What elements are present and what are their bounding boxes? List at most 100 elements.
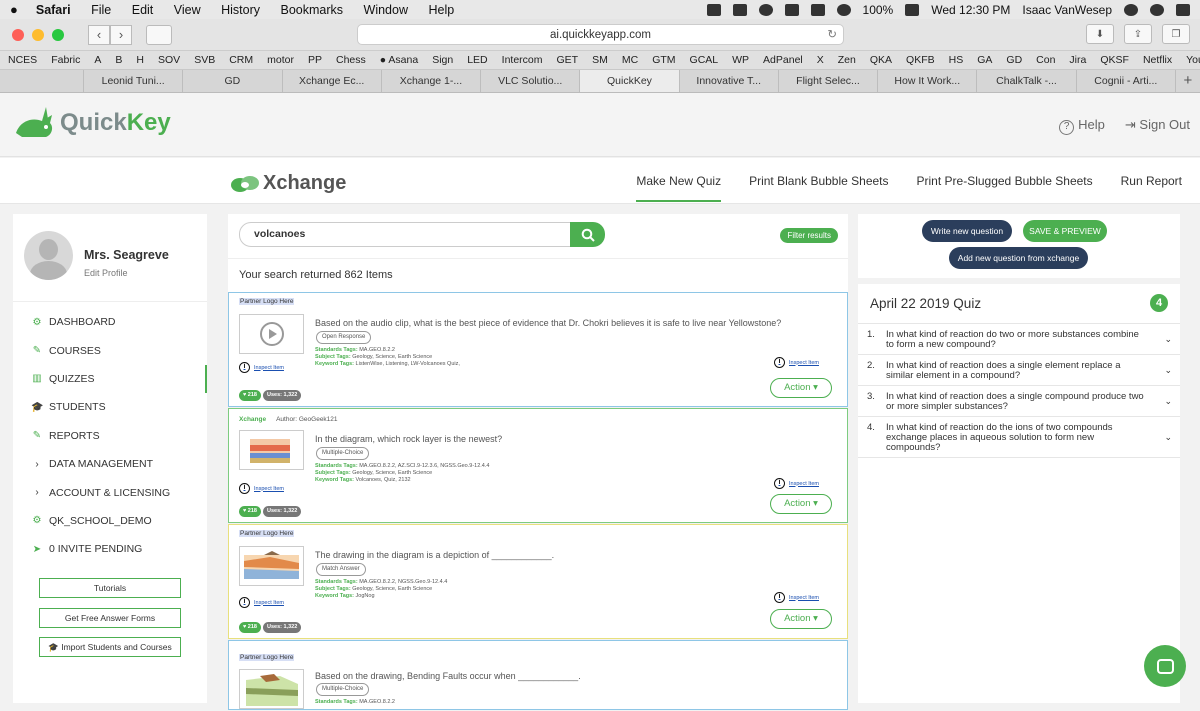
user-name[interactable]: Isaac VanWesep	[1022, 3, 1112, 17]
bookmark-gd[interactable]: GD	[1006, 54, 1022, 66]
rock-layer-thumbnail[interactable]	[239, 430, 304, 470]
sidebar-item-account-licensing[interactable]: › ACCOUNT & LICENSING	[13, 478, 207, 506]
tab-xchange-ec[interactable]: Xchange Ec...	[283, 70, 382, 92]
back-button[interactable]: ‹	[88, 24, 110, 45]
bookmark-pp[interactable]: PP	[308, 54, 322, 66]
bookmark-sign[interactable]: Sign	[432, 54, 453, 66]
inspect-item-link[interactable]: i Inspect Item	[239, 597, 284, 608]
inspect-item-link[interactable]: i Inspect Item	[239, 362, 284, 373]
close-window-icon[interactable]	[12, 28, 24, 41]
save-preview-button[interactable]: SAVE & PREVIEW	[1023, 220, 1107, 242]
bookmark-x[interactable]: X	[817, 54, 824, 66]
result-card[interactable]: Partner Logo Here The drawing in the dia…	[228, 524, 848, 639]
address-bar[interactable]: ai.quickkeyapp.com ↻	[357, 24, 844, 45]
get-answer-forms-button[interactable]: Get Free Answer Forms	[39, 607, 181, 628]
airplay-icon[interactable]	[810, 3, 825, 16]
fault-diagram-thumbnail[interactable]	[239, 669, 304, 709]
bookmark-qkfb[interactable]: QKFB	[906, 54, 935, 66]
action-dropdown[interactable]: Action ▾	[770, 609, 832, 629]
bookmark-motor[interactable]: motor	[267, 54, 294, 66]
sign-out-link[interactable]: ⇥ Sign Out	[1125, 117, 1190, 135]
tab-chalktalk[interactable]: ChalkTalk -...	[977, 70, 1077, 92]
bookmark-wp[interactable]: WP	[732, 54, 749, 66]
bookmark-b[interactable]: B	[115, 54, 122, 66]
bookmark-asana[interactable]: ● Asana	[380, 54, 418, 66]
menu-app[interactable]: Safari	[36, 3, 71, 17]
bookmark-zen[interactable]: Zen	[838, 54, 856, 66]
bookmark-a[interactable]: A	[94, 54, 101, 66]
tab-vlc[interactable]: VLC Solutio...	[481, 70, 581, 92]
import-students-button[interactable]: 🎓 Import Students and Courses	[39, 637, 181, 657]
bookmark-qksf[interactable]: QKSF	[1100, 54, 1129, 66]
menu-edit[interactable]: Edit	[132, 3, 154, 17]
sidebar-item-data-management[interactable]: › DATA MANAGEMENT	[13, 450, 207, 478]
apple-icon[interactable]: ●	[10, 2, 18, 17]
sidebar-item-dashboard[interactable]: ⚙ DASHBOARD	[13, 308, 207, 336]
tab-gd[interactable]: GD	[183, 70, 283, 92]
chevron-down-icon[interactable]: ⌄	[1164, 334, 1172, 344]
camera-icon[interactable]	[732, 3, 747, 16]
bookmark-intercom[interactable]: Intercom	[502, 54, 543, 66]
malwarebytes-icon[interactable]	[784, 3, 799, 16]
tab-how-it-works[interactable]: How It Work...	[878, 70, 978, 92]
chat-launcher-button[interactable]	[1144, 645, 1186, 687]
bookmark-con[interactable]: Con	[1036, 54, 1055, 66]
filter-results-button[interactable]: Filter results	[780, 228, 838, 243]
bookmark-led[interactable]: LED	[467, 54, 487, 66]
bookmark-sm[interactable]: SM	[592, 54, 608, 66]
forward-button[interactable]: ›	[110, 24, 132, 45]
sidebar-item-reports[interactable]: ✎ REPORTS	[13, 422, 207, 450]
wifi-icon[interactable]	[836, 3, 851, 16]
bookmark-nces[interactable]: NCES	[8, 54, 37, 66]
sidebar-item-invite-pending[interactable]: ➤ 0 INVITE PENDING	[13, 535, 207, 563]
tab-xchange-1[interactable]: Xchange 1-...	[382, 70, 482, 92]
likes-badge[interactable]: ♥ 218	[239, 622, 261, 633]
menu-view[interactable]: View	[174, 3, 201, 17]
inspect-item-link[interactable]: i Inspect Item	[239, 483, 284, 494]
quiz-title[interactable]: April 22 2019 Quiz	[870, 296, 981, 311]
bookmark-gcal[interactable]: GCAL	[690, 54, 719, 66]
chevron-down-icon[interactable]: ⌄	[1164, 365, 1172, 375]
notification-center-icon[interactable]	[1176, 3, 1190, 16]
search-button[interactable]	[570, 222, 605, 247]
inspect-item-link[interactable]: i Inspect Item	[774, 478, 819, 489]
tab-quickkey[interactable]: QuickKey	[580, 70, 680, 92]
audio-thumbnail[interactable]	[239, 314, 304, 354]
bookmark-fabric[interactable]: Fabric	[51, 54, 80, 66]
menu-history[interactable]: History	[221, 3, 260, 17]
bookmark-h[interactable]: H	[136, 54, 144, 66]
bookmark-qka[interactable]: QKA	[870, 54, 892, 66]
siri-icon[interactable]	[1150, 3, 1164, 16]
edit-profile-link[interactable]: Edit Profile	[84, 268, 128, 278]
bookmark-crm[interactable]: CRM	[229, 54, 253, 66]
menu-bookmarks[interactable]: Bookmarks	[281, 3, 344, 17]
quiz-question-item[interactable]: 4. In what kind of reaction do the ions o…	[858, 417, 1180, 458]
bookmark-ga[interactable]: GA	[977, 54, 992, 66]
clock[interactable]: Wed 12:30 PM	[931, 3, 1010, 17]
tutorials-button[interactable]: Tutorials	[39, 578, 181, 598]
tab-cognii[interactable]: Cognii - Arti...	[1077, 70, 1176, 92]
write-new-question-button[interactable]: Write new question	[922, 220, 1012, 242]
quickkey-logo[interactable]: QuickKey	[12, 105, 171, 141]
menu-file[interactable]: File	[91, 3, 111, 17]
inspect-item-link[interactable]: i Inspect Item	[774, 592, 819, 603]
zoom-window-icon[interactable]	[52, 28, 64, 41]
likes-badge[interactable]: ♥ 218	[239, 506, 261, 517]
make-new-quiz-link[interactable]: Make New Quiz	[636, 174, 722, 202]
search-input[interactable]: volcanoes	[239, 222, 571, 247]
quiz-question-item[interactable]: 1. In what kind of reaction do two or mor…	[858, 324, 1180, 355]
share-icon[interactable]: ⇪	[1124, 24, 1152, 44]
bookmark-gtm[interactable]: GTM	[652, 54, 675, 66]
diagram-thumbnail[interactable]	[239, 546, 304, 586]
result-card[interactable]: Partner Logo Here Based on the drawing, …	[228, 640, 848, 710]
bookmark-hs[interactable]: HS	[949, 54, 964, 66]
reload-icon[interactable]: ↻	[827, 25, 837, 45]
tab-flight[interactable]: Flight Selec...	[779, 70, 879, 92]
xchange-logo[interactable]: Xchange	[230, 172, 346, 195]
bookmark-svb[interactable]: SVB	[194, 54, 215, 66]
tab-leonid[interactable]: Leonid Tuni...	[84, 70, 184, 92]
bookmark-chess[interactable]: Chess	[336, 54, 366, 66]
bookmark-youtube[interactable]: YouTube	[1186, 54, 1200, 66]
bookmark-mc[interactable]: MC	[622, 54, 638, 66]
downloads-icon[interactable]: ⬇	[1086, 24, 1114, 44]
